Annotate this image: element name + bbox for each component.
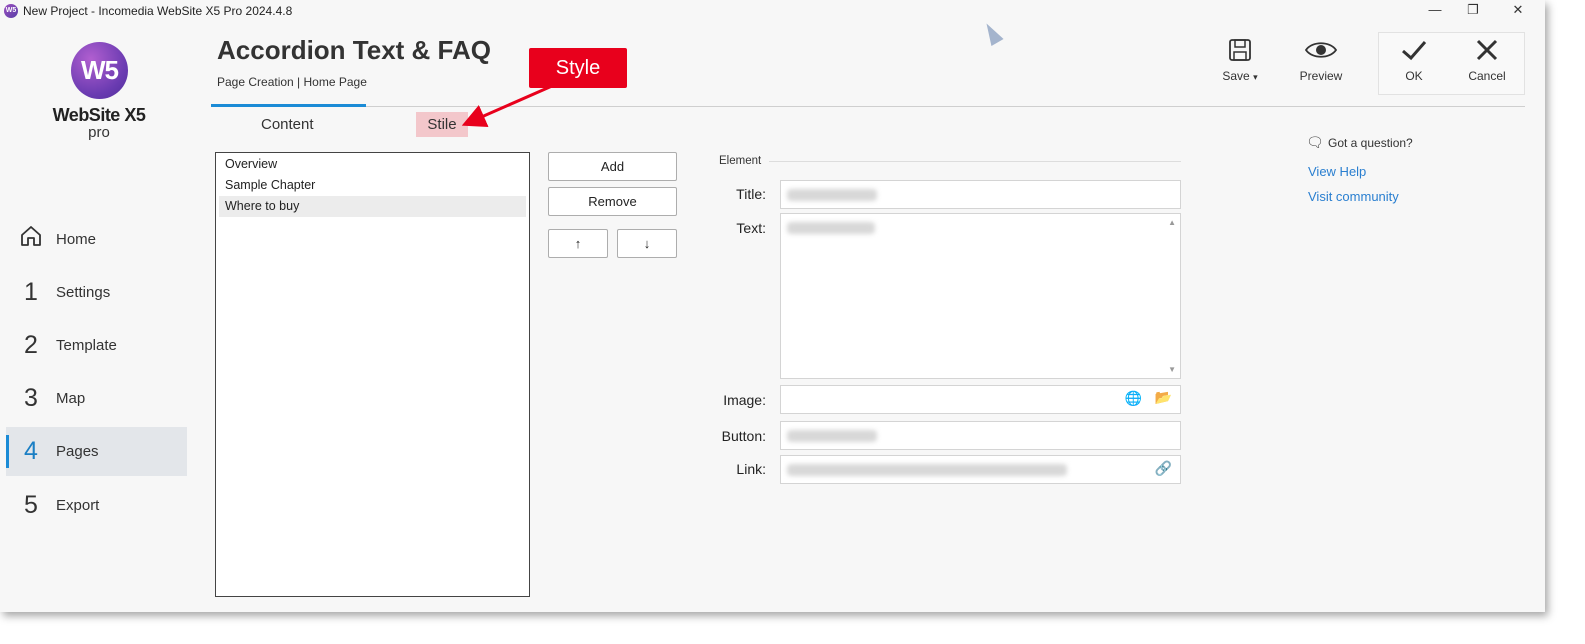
image-label: Image:: [723, 392, 766, 408]
nav-label-home: Home: [56, 231, 97, 248]
link-field[interactable]: 🔗: [780, 455, 1181, 484]
help-title: Got a question?: [1328, 136, 1413, 150]
cancel-label: Cancel: [1468, 69, 1506, 83]
nav-item-pages[interactable]: 4 Pages: [6, 427, 187, 476]
app-icon: W5: [4, 4, 18, 18]
window-title: New Project - Incomedia WebSite X5 Pro 2…: [23, 4, 293, 18]
scroll-up-icon[interactable]: ▲: [1168, 218, 1176, 227]
group-divider: [769, 161, 1181, 162]
nav-item-template[interactable]: 2 Template: [6, 321, 187, 370]
link-globe-icon[interactable]: 🔗: [1155, 460, 1172, 477]
checkmark-icon: [1384, 37, 1444, 69]
link-label: Link:: [736, 461, 766, 477]
eye-icon: [1291, 37, 1351, 69]
nav-number: 5: [24, 491, 38, 519]
cancel-button[interactable]: Cancel: [1457, 37, 1517, 83]
nav-label-map: Map: [56, 390, 86, 407]
folder-icon[interactable]: 📂: [1155, 389, 1172, 406]
restore-button[interactable]: ❐: [1463, 2, 1483, 20]
callout-arrow-icon: [461, 84, 553, 127]
globe-icon[interactable]: 🌐: [1125, 390, 1142, 407]
minimize-button[interactable]: —: [1425, 2, 1445, 20]
nav-label-pages: Pages: [56, 443, 99, 460]
scroll-down-icon[interactable]: ▼: [1168, 365, 1176, 374]
nav-number: 3: [24, 384, 38, 412]
nav-item-settings[interactable]: 1 Settings: [6, 268, 187, 317]
title-bar: W5 New Project - Incomedia WebSite X5 Pr…: [0, 0, 1545, 22]
ok-label: OK: [1405, 69, 1423, 83]
page-title: Accordion Text & FAQ: [217, 35, 491, 65]
nav-number: 2: [24, 331, 38, 359]
nav-number: 4: [24, 437, 38, 465]
ok-button[interactable]: OK: [1384, 37, 1444, 83]
button-text-field[interactable]: [780, 421, 1181, 450]
item-list[interactable]: Overview Sample Chapter Where to buy: [215, 152, 530, 597]
redacted-value: [787, 189, 877, 201]
move-down-button[interactable]: ↓: [617, 229, 677, 258]
title-field[interactable]: [780, 180, 1181, 209]
nav-label-export: Export: [56, 497, 100, 514]
header-divider: [211, 106, 1525, 107]
remove-button[interactable]: Remove: [548, 187, 677, 216]
preview-button[interactable]: Preview: [1291, 37, 1351, 83]
chevron-down-icon: ▾: [1253, 72, 1258, 82]
redacted-value: [787, 222, 875, 234]
text-area[interactable]: ▲ ▼: [780, 213, 1181, 379]
redacted-value: [787, 430, 877, 442]
cancel-x-icon: [1457, 37, 1517, 69]
brand-logo: W5: [71, 42, 128, 99]
move-up-button[interactable]: ↑: [548, 229, 608, 258]
list-item[interactable]: Overview: [219, 154, 526, 175]
save-icon: [1210, 37, 1270, 69]
brand-name: WebSite X5: [52, 105, 146, 125]
home-icon: [6, 223, 56, 256]
question-icon: 🗨: [1306, 134, 1324, 150]
breadcrumb: Page Creation | Home Page: [217, 75, 367, 89]
visit-community-link[interactable]: Visit community: [1308, 189, 1399, 204]
nav-item-map[interactable]: 3 Map: [6, 374, 187, 423]
button-label: Button:: [721, 428, 766, 444]
list-item[interactable]: Sample Chapter: [219, 175, 526, 196]
nav-label-template: Template: [56, 337, 117, 354]
nav-label-settings: Settings: [56, 284, 111, 301]
nav-item-export[interactable]: 5 Export: [6, 481, 187, 530]
preview-label: Preview: [1299, 69, 1343, 83]
save-button[interactable]: Save ▾: [1210, 37, 1270, 83]
view-help-link[interactable]: View Help: [1308, 164, 1366, 179]
list-item[interactable]: Where to buy: [219, 196, 526, 217]
mouse-cursor-icon: [980, 19, 1004, 47]
text-label: Text:: [736, 220, 766, 236]
app-window: W5 New Project - Incomedia WebSite X5 Pr…: [0, 0, 1545, 612]
nav-number: 1: [24, 278, 38, 306]
title-label: Title:: [736, 186, 766, 202]
element-group-label: Element: [719, 155, 762, 167]
add-button[interactable]: Add: [548, 152, 677, 181]
nav-item-home[interactable]: Home: [6, 215, 187, 264]
tab-content[interactable]: Content: [261, 116, 314, 133]
brand-edition: pro: [88, 124, 110, 141]
active-tab-indicator: [211, 104, 366, 107]
image-field[interactable]: 🌐 📂: [780, 385, 1181, 414]
close-window-button[interactable]: ✕: [1508, 2, 1528, 20]
redacted-value: [787, 464, 1067, 476]
save-label: Save: [1222, 69, 1250, 83]
